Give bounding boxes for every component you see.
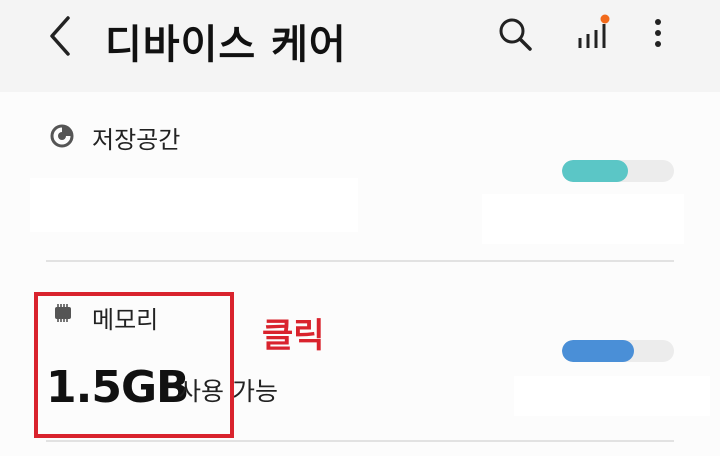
search-icon[interactable] bbox=[496, 14, 536, 54]
back-arrow-icon[interactable] bbox=[46, 14, 76, 58]
section-divider bbox=[46, 260, 674, 262]
storage-usage-fill bbox=[562, 160, 629, 182]
section-divider-bottom bbox=[46, 440, 674, 442]
click-highlight-box bbox=[34, 292, 234, 438]
storage-usage-bar[interactable] bbox=[562, 160, 674, 182]
memory-usage-fill bbox=[562, 340, 634, 362]
storage-value-area bbox=[482, 194, 684, 244]
more-vertical-icon[interactable] bbox=[648, 14, 668, 54]
storage-detail-area bbox=[30, 178, 358, 232]
page-title: 디바이스 케어 bbox=[105, 22, 347, 68]
memory-value-area bbox=[514, 376, 710, 416]
app-header: 디바이스 케어 bbox=[0, 0, 720, 92]
pie-chart-icon bbox=[50, 124, 74, 148]
memory-usage-bar[interactable] bbox=[562, 340, 674, 362]
signal-bars-icon[interactable] bbox=[574, 14, 614, 54]
click-annotation: 클릭 bbox=[262, 316, 325, 356]
storage-label: 저장공간 bbox=[92, 126, 181, 154]
notification-dot bbox=[600, 14, 610, 24]
